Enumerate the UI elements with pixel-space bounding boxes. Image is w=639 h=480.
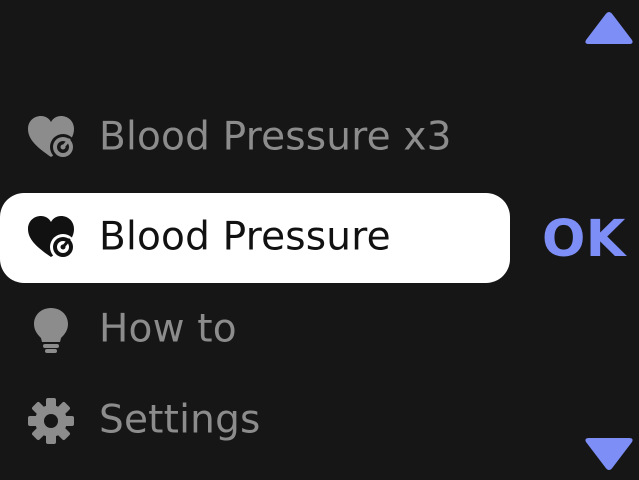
menu-item-label: How to [99,306,237,352]
heart-gauge-icon [26,113,76,163]
menu-item-blood-pressure-x3[interactable]: Blood Pressure x3 [0,93,510,183]
ok-button[interactable]: OK [542,210,626,269]
gear-icon [26,396,76,446]
heart-gauge-icon [26,213,76,263]
scroll-down-button[interactable] [583,436,635,472]
menu-item-label: Blood Pressure [99,214,391,260]
menu-item-settings[interactable]: Settings [0,376,510,466]
menu-item-label: Settings [99,397,261,443]
triangle-down-icon [585,438,633,470]
menu-item-how-to[interactable]: How to [0,285,510,375]
menu-item-blood-pressure[interactable]: Blood Pressure [0,193,510,283]
scroll-up-button[interactable] [583,10,635,46]
menu-item-label: Blood Pressure x3 [99,114,452,160]
triangle-up-icon [585,12,633,44]
lightbulb-icon [26,305,76,355]
